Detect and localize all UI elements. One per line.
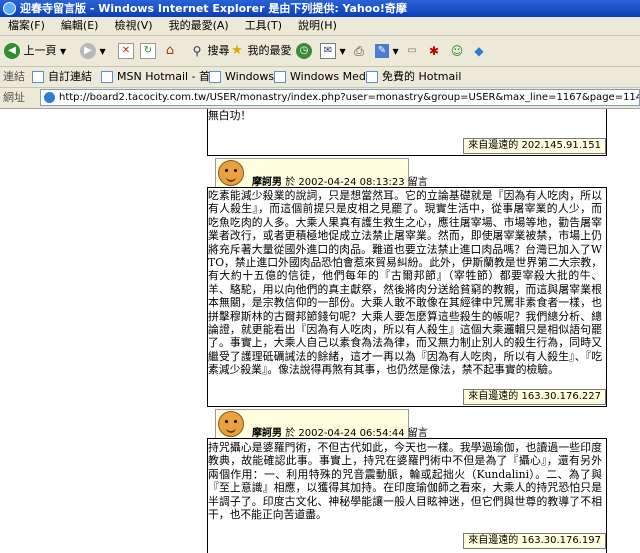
forward-button[interactable]: ▶ ▼ bbox=[80, 41, 106, 61]
stop-icon: ✕ bbox=[118, 43, 134, 59]
star-icon: ★ bbox=[231, 43, 243, 58]
menu-file[interactable]: 檔案(F) bbox=[0, 17, 53, 35]
messenger-button[interactable]: ☺ bbox=[450, 41, 464, 61]
menu-edit[interactable]: 編輯(E) bbox=[53, 17, 107, 35]
forward-arrow-icon: ▶ bbox=[80, 43, 96, 59]
mail-dropdown-icon: ▼ bbox=[339, 47, 346, 56]
link-custom[interactable]: 自訂連結 bbox=[32, 67, 92, 87]
extra-icon: ◆ bbox=[474, 44, 484, 58]
edit-dropdown-icon: ▼ bbox=[392, 47, 399, 56]
edit-button[interactable]: ✎ ▼ bbox=[375, 41, 399, 61]
menu-view[interactable]: 檢視(V) bbox=[106, 17, 160, 35]
message-header: 摩訶男 於 2002-04-24 06:54:44 留言 bbox=[215, 409, 428, 439]
back-dropdown-icon: ▼ bbox=[60, 47, 67, 56]
favorites-label: 我的最愛 bbox=[247, 44, 292, 57]
search-button[interactable]: ⚲ 搜尋 bbox=[190, 41, 230, 61]
menu-favorites[interactable]: 我的最愛(A) bbox=[161, 17, 237, 35]
discuss-button[interactable]: ▭ bbox=[405, 41, 419, 61]
toolbar: ◀ 上一頁 ▼ ▶ ▼ ✕ ↻ ⌂ ⚲ 搜尋 ★ 我的最愛 ◷ ✉ ▼ ⎙ ✎ … bbox=[0, 36, 640, 67]
back-button[interactable]: ◀ 上一頁 ▼ bbox=[4, 41, 66, 61]
menu-tools[interactable]: 工具(T) bbox=[237, 17, 290, 35]
link-label: 自訂連結 bbox=[48, 70, 92, 83]
window-titlebar: 迎春寺留言版 - Windows Internet Explorer 是由下列提… bbox=[0, 0, 640, 17]
mail-icon: ✉ bbox=[320, 43, 336, 59]
page-icon bbox=[366, 71, 378, 83]
window-title: 迎春寺留言版 - Windows Internet Explorer 是由下列提… bbox=[20, 2, 407, 15]
page-icon bbox=[274, 71, 286, 83]
research-icon: ✱ bbox=[428, 44, 440, 58]
message-ip: 來自邊遠的 163.30.176.197 bbox=[463, 533, 606, 549]
link-label: Windows bbox=[225, 70, 275, 83]
page-content: 無白功！ 來自邊遠的 202.145.91.151 摩訶男 於 2002-04-… bbox=[0, 109, 640, 553]
back-label: 上一頁 bbox=[23, 44, 57, 57]
home-button[interactable]: ⌂ bbox=[163, 41, 177, 61]
page-icon bbox=[209, 71, 221, 83]
research-button[interactable]: ✱ bbox=[427, 41, 441, 61]
link-free-hotmail[interactable]: 免費的 Hotmail bbox=[366, 67, 461, 87]
home-icon: ⌂ bbox=[165, 43, 175, 58]
discuss-icon: ▭ bbox=[407, 45, 417, 56]
menu-help[interactable]: 說明(H) bbox=[290, 17, 345, 35]
address-label: 網址 bbox=[3, 91, 25, 104]
message-body: 持咒攝心是婆羅門術，不但古代如此，今天也一樣。我學過瑜伽，也讀過一些印度教典，故… bbox=[208, 441, 602, 522]
link-label: MSN Hotmail - 首頁 bbox=[117, 70, 222, 83]
link-windows[interactable]: Windows bbox=[209, 67, 274, 87]
message-header: 摩訶男 於 2002-04-24 08:13:23 留言 bbox=[215, 158, 428, 188]
history-button[interactable]: ◷ bbox=[296, 41, 312, 61]
links-label: 連結 bbox=[3, 70, 25, 83]
page-icon bbox=[32, 71, 44, 83]
refresh-icon: ↻ bbox=[140, 43, 156, 59]
history-icon: ◷ bbox=[296, 43, 312, 59]
print-button[interactable]: ⎙ bbox=[352, 41, 366, 61]
ie-page-icon bbox=[44, 91, 55, 103]
edit-icon: ✎ bbox=[375, 44, 389, 58]
message-meta: 摩訶男 於 2002-04-24 06:54:44 留言 bbox=[252, 424, 428, 439]
menu-bar: 檔案(F) 編輯(E) 檢視(V) 我的最愛(A) 工具(T) 說明(H) bbox=[0, 17, 640, 36]
message-meta: 摩訶男 於 2002-04-24 08:13:23 留言 bbox=[252, 173, 428, 188]
address-input[interactable]: http://board2.tacocity.com.tw/USER/monas… bbox=[40, 89, 640, 106]
link-windows-media[interactable]: Windows Media bbox=[274, 67, 376, 87]
message-ip: 來自邊遠的 202.145.91.151 bbox=[463, 138, 606, 154]
stop-button[interactable]: ✕ bbox=[118, 41, 134, 61]
ie-logo-icon bbox=[3, 2, 16, 15]
print-icon: ⎙ bbox=[354, 44, 364, 58]
search-label: 搜尋 bbox=[207, 44, 230, 57]
address-bar: 網址 http://board2.tacocity.com.tw/USER/mo… bbox=[0, 88, 640, 109]
message-ip: 來自邊遠的 163.30.176.227 bbox=[463, 389, 606, 405]
link-label: 免費的 Hotmail bbox=[382, 70, 462, 83]
address-url: http://board2.tacocity.com.tw/USER/monas… bbox=[59, 92, 640, 103]
hamster-avatar-icon bbox=[218, 160, 244, 186]
link-label: Windows Media bbox=[290, 70, 376, 83]
hamster-avatar-icon bbox=[218, 411, 244, 437]
back-arrow-icon: ◀ bbox=[4, 43, 20, 59]
forward-dropdown-icon: ▼ bbox=[99, 47, 106, 56]
search-icon: ⚲ bbox=[192, 44, 202, 58]
message-body: 吃素能減少殺業的說詞，只是想當然耳。它的立論基礎就是『因為有人吃肉，所以有人殺生… bbox=[208, 189, 602, 377]
page-icon bbox=[101, 71, 113, 83]
refresh-button[interactable]: ↻ bbox=[140, 41, 156, 61]
link-msn-hotmail[interactable]: MSN Hotmail - 首頁 bbox=[101, 67, 221, 87]
extra-button[interactable]: ◆ bbox=[472, 41, 486, 61]
mail-button[interactable]: ✉ ▼ bbox=[320, 41, 346, 61]
messenger-icon: ☺ bbox=[450, 44, 464, 58]
links-bar: 連結 自訂連結 MSN Hotmail - 首頁 Windows Windows… bbox=[0, 67, 640, 88]
favorites-button[interactable]: ★ 我的最愛 bbox=[230, 41, 292, 61]
message-body: 無白功！ bbox=[208, 109, 252, 122]
